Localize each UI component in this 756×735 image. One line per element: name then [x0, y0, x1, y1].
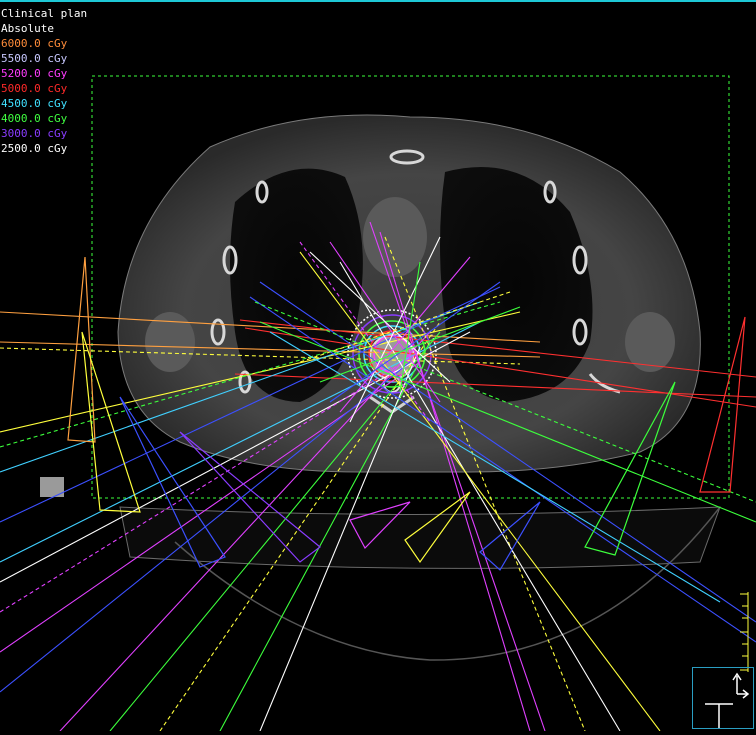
isodose-level-0: 6000.0 cGy: [1, 37, 68, 50]
treatment-couch: [119, 506, 721, 569]
isodose-level-5: 4000.0 cGy: [1, 112, 68, 125]
patient-body-contour: [117, 114, 701, 473]
isodose-level-2: 5200.0 cGy: [1, 67, 68, 80]
dose-legend: Clinical plan Absolute 6000.0 cGy 5500.0 …: [1, 6, 87, 156]
isodose-level-4: 4500.0 cGy: [1, 97, 68, 110]
isodose-level-6: 3000.0 cGy: [1, 127, 68, 140]
ct-image-canvas[interactable]: [0, 2, 756, 732]
isodose-level-7: 2500.0 cGy: [1, 142, 68, 155]
isodose-level-1: 5500.0 cGy: [1, 52, 68, 65]
scale-ruler-icon: [740, 592, 749, 672]
ct-axial-viewport[interactable]: Clinical plan Absolute 6000.0 cGy 5500.0 …: [0, 2, 756, 732]
dose-mode-label: Absolute: [1, 22, 54, 35]
axis-orientation-icon: [705, 672, 750, 728]
plan-title: Clinical plan: [1, 7, 88, 20]
orientation-widget[interactable]: [692, 667, 754, 729]
heart: [363, 197, 427, 277]
isodose-level-3: 5000.0 cGy: [1, 82, 68, 95]
